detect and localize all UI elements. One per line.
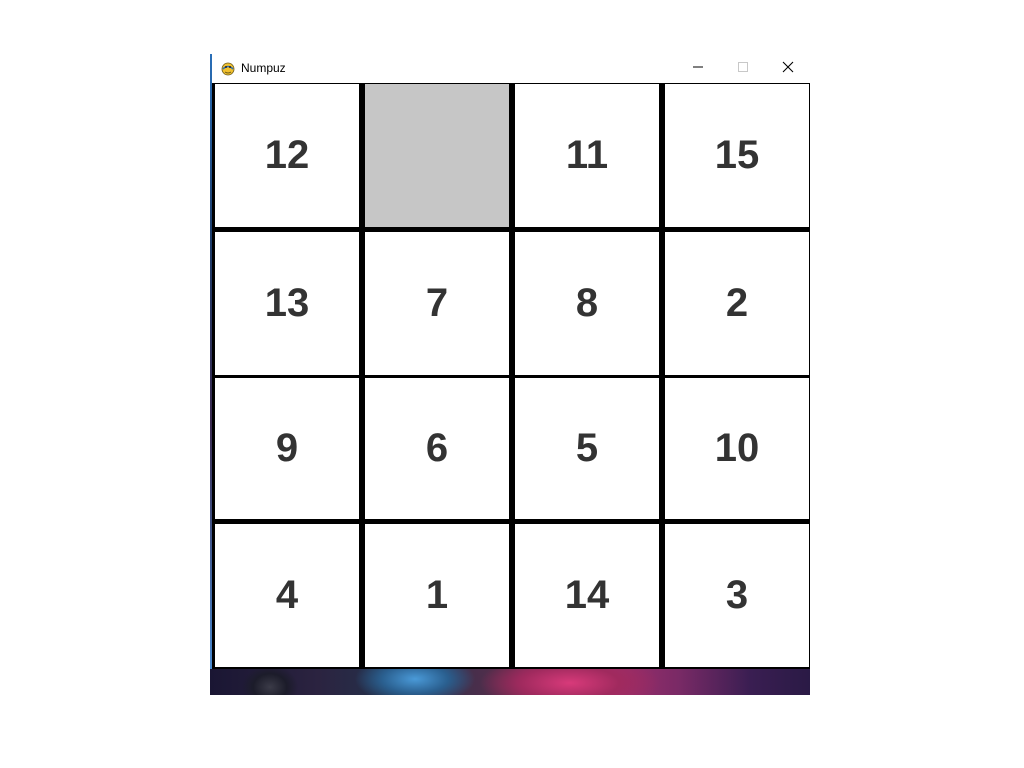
tile-6[interactable]: 6 (365, 378, 509, 519)
empty-tile (365, 84, 509, 227)
tile-12[interactable]: 12 (215, 84, 359, 227)
minimize-icon (692, 60, 704, 78)
tile-7[interactable]: 7 (365, 232, 509, 375)
maximize-icon (737, 60, 749, 78)
tile-4[interactable]: 4 (215, 524, 359, 667)
window-title: Numpuz (241, 61, 286, 75)
game-window: Numpuz 12 11 15 13 7 8 2 9 6 5 10 4 1 14… (212, 54, 810, 669)
pygame-snake-icon (220, 60, 236, 76)
tile-8[interactable]: 8 (515, 232, 659, 375)
tile-2[interactable]: 2 (665, 232, 809, 375)
maximize-button[interactable] (720, 54, 765, 83)
minimize-button[interactable] (675, 54, 720, 83)
title-bar[interactable]: Numpuz (212, 54, 810, 83)
tile-10[interactable]: 10 (665, 378, 809, 519)
tile-14[interactable]: 14 (515, 524, 659, 667)
tile-15[interactable]: 15 (665, 84, 809, 227)
tile-11[interactable]: 11 (515, 84, 659, 227)
close-icon (782, 60, 794, 78)
tile-5[interactable]: 5 (515, 378, 659, 519)
tile-3[interactable]: 3 (665, 524, 809, 667)
tile-1[interactable]: 1 (365, 524, 509, 667)
tile-13[interactable]: 13 (215, 232, 359, 375)
close-button[interactable] (765, 54, 810, 83)
tile-9[interactable]: 9 (215, 378, 359, 519)
desktop-wallpaper (210, 669, 810, 695)
puzzle-board: 12 11 15 13 7 8 2 9 6 5 10 4 1 14 3 (212, 83, 810, 669)
desktop: Numpuz 12 11 15 13 7 8 2 9 6 5 10 4 1 14… (0, 0, 1024, 768)
